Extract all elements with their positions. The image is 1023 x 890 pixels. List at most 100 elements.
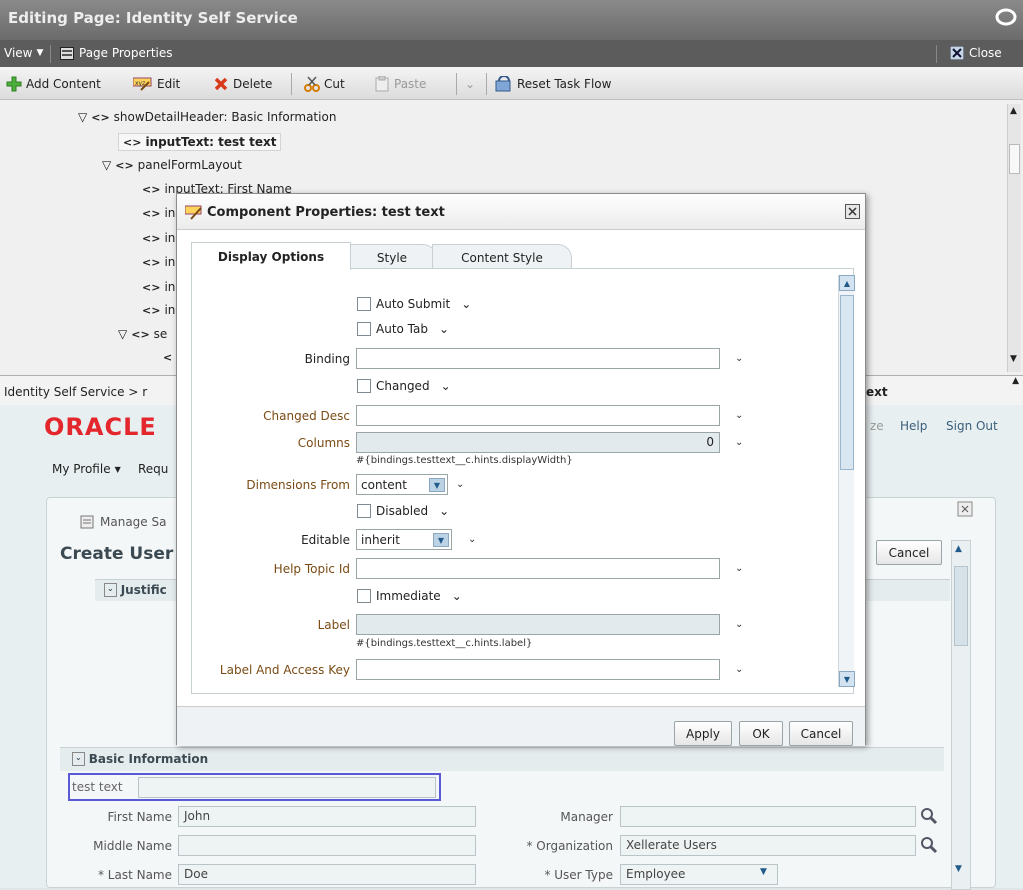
tree-node[interactable]: ▽ <> panelFormLayout — [102, 158, 242, 172]
tree-node-selected[interactable]: <> inputText: test text — [118, 133, 282, 151]
scroll-up-icon[interactable]: ▲ — [839, 275, 855, 291]
help-link[interactable]: Help — [900, 419, 927, 433]
dimensions-from-select[interactable]: content ▼ — [356, 474, 448, 495]
clipboard-icon — [374, 76, 390, 92]
reset-task-flow-button[interactable]: Reset Task Flow — [495, 75, 611, 93]
chevron-down-icon[interactable]: ⌄ — [735, 410, 743, 421]
binding-input[interactable] — [356, 348, 720, 369]
dimensions-from-value: content — [361, 477, 407, 492]
tree-node-label: inputText: test text — [145, 135, 277, 149]
chevron-down-icon[interactable]: ⌄ — [439, 504, 449, 518]
tab-display-options[interactable]: Display Options — [191, 242, 351, 270]
manager-label: Manager — [560, 810, 613, 824]
dialog-close-icon[interactable] — [845, 204, 860, 219]
page-scrollbar[interactable]: ▲ ▼ — [951, 540, 971, 890]
label-access-key-input[interactable] — [356, 659, 720, 680]
chevron-down-icon[interactable]: ⌄ — [735, 353, 743, 364]
sign-out-link[interactable]: Sign Out — [946, 419, 998, 433]
chevron-down-icon[interactable]: ⌄ — [735, 619, 743, 630]
chevron-down-icon[interactable]: ⌄ — [735, 437, 743, 448]
manage-tab[interactable]: Manage Sa — [80, 515, 166, 529]
chevron-down-icon[interactable]: ⌄ — [461, 297, 471, 311]
chevron-down-icon[interactable]: ⌄ — [439, 322, 449, 336]
tab-style[interactable]: Style — [347, 244, 437, 270]
cut-button[interactable]: Cut — [304, 75, 345, 93]
tree-node[interactable]: <> in — [142, 280, 175, 294]
tab-content-style[interactable]: Content Style — [432, 244, 572, 270]
cut-label: Cut — [324, 77, 345, 91]
tree-node[interactable]: <> in — [142, 303, 175, 317]
help-topic-id-input[interactable] — [356, 558, 720, 579]
test-text-field[interactable] — [138, 777, 436, 798]
reset-task-flow-label: Reset Task Flow — [517, 77, 612, 91]
scroll-down-icon[interactable]: ▼ — [955, 864, 962, 874]
apply-button[interactable]: Apply — [674, 721, 732, 746]
auto-submit-checkbox[interactable]: Auto Submit ⌄ — [357, 297, 471, 311]
add-content-label: Add Content — [26, 77, 101, 91]
changed-desc-input[interactable] — [356, 405, 720, 426]
tree-node[interactable]: <> in — [142, 231, 175, 245]
close-button[interactable]: Close — [950, 46, 1002, 60]
auto-tab-checkbox[interactable]: Auto Tab ⌄ — [357, 322, 449, 336]
tree-node[interactable]: ▽ <> se — [118, 327, 167, 341]
scroll-up-icon[interactable]: ▲ — [955, 544, 962, 554]
label-hint: #{bindings.testtext__c.hints.label} — [356, 638, 533, 649]
edit-button[interactable]: xyz Edit — [133, 75, 180, 93]
manager-field[interactable] — [620, 806, 916, 827]
immediate-checkbox[interactable]: Immediate ⌄ — [357, 589, 462, 603]
columns-input[interactable]: 0 — [356, 432, 720, 453]
cancel-button-bg[interactable]: Cancel — [876, 540, 942, 565]
editable-select[interactable]: inherit ▼ — [356, 529, 452, 550]
plus-icon — [6, 76, 22, 92]
properties-scrollbar[interactable]: ▲ ▼ — [838, 275, 855, 687]
first-name-field[interactable]: John — [178, 806, 476, 827]
chevron-down-icon[interactable]: ⌄ — [452, 589, 462, 603]
tree-node[interactable]: ▽ <> showDetailHeader: Basic Information — [78, 110, 336, 124]
reset-icon — [495, 76, 513, 92]
scroll-down-icon[interactable]: ▼ — [839, 671, 855, 687]
tree-node-partial[interactable]: < — [163, 351, 172, 364]
view-menu[interactable]: View ▼ — [4, 46, 43, 60]
last-name-field[interactable]: Doe — [178, 864, 476, 885]
justification-section[interactable]: ⌄ Justific — [104, 583, 167, 597]
columns-hint: #{bindings.testtext__c.hints.displayWidt… — [356, 455, 573, 466]
test-text-label: test text — [72, 780, 123, 794]
delete-button[interactable]: Delete — [213, 75, 272, 93]
chevron-down-icon[interactable]: ⌄ — [441, 379, 451, 393]
scroll-down-icon[interactable]: ▼ — [1010, 354, 1017, 364]
chevron-down-icon: ▼ — [114, 465, 121, 474]
organization-field[interactable]: Xellerate Users — [620, 835, 916, 856]
tree-node[interactable]: <> in — [142, 255, 175, 269]
paste-button[interactable]: Paste — [374, 75, 426, 93]
search-icon[interactable] — [920, 807, 938, 825]
tag-icon: <> — [142, 182, 161, 196]
user-type-select[interactable]: Employee — [620, 864, 778, 885]
tree-scrollbar[interactable]: ▲ ▼ — [1007, 104, 1021, 372]
my-profile-menu[interactable]: My Profile ▼ — [52, 462, 121, 476]
tree-node[interactable]: <> in — [142, 206, 175, 220]
changed-checkbox[interactable]: Changed ⌄ — [357, 379, 451, 393]
chevron-down-icon[interactable]: ⌄ — [735, 664, 743, 675]
breadcrumb-text[interactable]: Identity Self Service > r — [4, 385, 147, 399]
close-tab-icon[interactable] — [957, 501, 973, 517]
scroll-up-icon[interactable]: ▲ — [1010, 106, 1017, 116]
middle-name-label: Middle Name — [93, 839, 172, 853]
header-link-partial[interactable]: ze — [870, 419, 884, 433]
label-input[interactable] — [356, 614, 720, 635]
disabled-checkbox[interactable]: Disabled ⌄ — [357, 504, 449, 518]
chevron-down-icon[interactable]: ⌄ — [468, 534, 476, 545]
search-icon[interactable] — [920, 836, 938, 854]
page-properties-menu[interactable]: Page Properties — [60, 46, 173, 60]
chevron-down-icon[interactable]: ⌄ — [456, 479, 464, 490]
chevron-down-icon[interactable]: ⌄ — [735, 563, 743, 574]
ok-button[interactable]: OK — [739, 721, 783, 746]
middle-name-field[interactable] — [178, 835, 476, 856]
splitter-handle-icon[interactable]: ▲ — [1012, 376, 1019, 386]
dialog-header: Component Properties: test text — [177, 194, 865, 230]
paste-options-chevron-icon[interactable]: ⌄ — [465, 75, 475, 93]
add-content-button[interactable]: Add Content — [6, 75, 101, 93]
scroll-thumb[interactable] — [840, 295, 854, 470]
requests-menu[interactable]: Requ — [138, 462, 168, 476]
basic-info-section[interactable]: ⌄ Basic Information — [72, 752, 208, 766]
cancel-button[interactable]: Cancel — [789, 721, 853, 746]
